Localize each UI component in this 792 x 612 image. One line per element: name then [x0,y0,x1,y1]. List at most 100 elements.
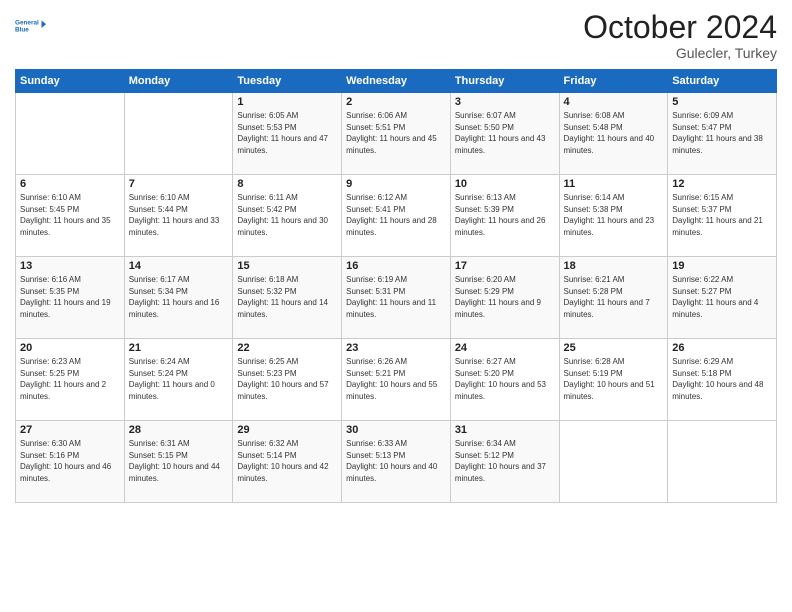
day-number: 10 [455,178,555,190]
day-number: 4 [564,96,664,108]
header: GeneralBlue General Blue October 2024 Gu… [15,10,777,61]
day-number: 17 [455,260,555,272]
day-number: 20 [20,342,120,354]
calendar-cell: 9Sunrise: 6:12 AMSunset: 5:41 PMDaylight… [342,175,451,257]
logo: GeneralBlue General Blue [15,10,47,42]
day-number: 5 [672,96,772,108]
calendar-cell: 26 Sunrise: 6:29 AMSunset: 5:18 PMDayligh… [668,339,777,421]
calendar-week-5: 27 Sunrise: 6:30 AMSunset: 5:16 PMDayligh… [16,421,777,503]
calendar-cell: 1 Sunrise: 6:05 AMSunset: 5:53 PMDaylight… [233,93,342,175]
day-info: Sunrise: 6:29 AMSunset: 5:18 PMDaylight:… [672,357,763,401]
col-saturday: Saturday [668,70,777,93]
day-info: Sunrise: 6:20 AMSunset: 5:29 PMDaylight:… [455,275,541,319]
day-info: Sunrise: 6:27 AMSunset: 5:20 PMDaylight:… [455,357,546,401]
day-number: 1 [237,96,337,108]
calendar-cell: 13 Sunrise: 6:16 AMSunset: 5:35 PMDayligh… [16,257,125,339]
day-number: 13 [20,260,120,272]
day-number: 15 [237,260,337,272]
day-number: 19 [672,260,772,272]
day-info: Sunrise: 6:10 AMSunset: 5:45 PMDaylight:… [20,193,111,237]
calendar-week-1: 1 Sunrise: 6:05 AMSunset: 5:53 PMDaylight… [16,93,777,175]
day-info: Sunrise: 6:11 AMSunset: 5:42 PMDaylight:… [237,193,328,237]
calendar-cell: 16 Sunrise: 6:19 AMSunset: 5:31 PMDayligh… [342,257,451,339]
svg-text:Blue: Blue [15,26,29,33]
calendar-cell: 12 Sunrise: 6:15 AMSunset: 5:37 PMDayligh… [668,175,777,257]
calendar-cell: 20 Sunrise: 6:23 AMSunset: 5:25 PMDayligh… [16,339,125,421]
day-number: 21 [129,342,229,354]
day-number: 11 [564,178,664,190]
calendar-cell: 29 Sunrise: 6:32 AMSunset: 5:14 PMDayligh… [233,421,342,503]
day-info: Sunrise: 6:32 AMSunset: 5:14 PMDaylight:… [237,439,328,483]
day-info: Sunrise: 6:33 AMSunset: 5:13 PMDaylight:… [346,439,437,483]
calendar-cell: 25 Sunrise: 6:28 AMSunset: 5:19 PMDayligh… [559,339,668,421]
day-number: 22 [237,342,337,354]
day-info: Sunrise: 6:18 AMSunset: 5:32 PMDaylight:… [237,275,328,319]
calendar-cell: 31Sunrise: 6:34 AMSunset: 5:12 PMDayligh… [450,421,559,503]
day-info: Sunrise: 6:08 AMSunset: 5:48 PMDaylight:… [564,111,655,155]
day-number: 31 [455,424,555,436]
col-monday: Monday [124,70,233,93]
day-info: Sunrise: 6:19 AMSunset: 5:31 PMDaylight:… [346,275,436,319]
day-number: 29 [237,424,337,436]
calendar-week-3: 13 Sunrise: 6:16 AMSunset: 5:35 PMDayligh… [16,257,777,339]
col-tuesday: Tuesday [233,70,342,93]
calendar-cell: 30 Sunrise: 6:33 AMSunset: 5:13 PMDayligh… [342,421,451,503]
day-number: 2 [346,96,446,108]
calendar-cell: 14Sunrise: 6:17 AMSunset: 5:34 PMDayligh… [124,257,233,339]
day-info: Sunrise: 6:22 AMSunset: 5:27 PMDaylight:… [672,275,758,319]
day-number: 30 [346,424,446,436]
subtitle: Gulecler, Turkey [583,45,777,61]
title-block: October 2024 Gulecler, Turkey [583,10,777,61]
day-number: 8 [237,178,337,190]
day-info: Sunrise: 6:28 AMSunset: 5:19 PMDaylight:… [564,357,655,401]
calendar-week-4: 20 Sunrise: 6:23 AMSunset: 5:25 PMDayligh… [16,339,777,421]
day-info: Sunrise: 6:09 AMSunset: 5:47 PMDaylight:… [672,111,763,155]
day-number: 7 [129,178,229,190]
calendar-cell: 27 Sunrise: 6:30 AMSunset: 5:16 PMDayligh… [16,421,125,503]
day-info: Sunrise: 6:14 AMSunset: 5:38 PMDaylight:… [564,193,655,237]
header-row: Sunday Monday Tuesday Wednesday Thursday… [16,70,777,93]
day-info: Sunrise: 6:25 AMSunset: 5:23 PMDaylight:… [237,357,328,401]
calendar-cell [668,421,777,503]
calendar-cell: 21 Sunrise: 6:24 AMSunset: 5:24 PMDayligh… [124,339,233,421]
calendar-cell: 15 Sunrise: 6:18 AMSunset: 5:32 PMDayligh… [233,257,342,339]
day-number: 12 [672,178,772,190]
col-sunday: Sunday [16,70,125,93]
day-info: Sunrise: 6:16 AMSunset: 5:35 PMDaylight:… [20,275,111,319]
day-number: 23 [346,342,446,354]
calendar-cell: 2 Sunrise: 6:06 AMSunset: 5:51 PMDaylight… [342,93,451,175]
day-info: Sunrise: 6:24 AMSunset: 5:24 PMDaylight:… [129,357,215,401]
calendar-cell: 24 Sunrise: 6:27 AMSunset: 5:20 PMDayligh… [450,339,559,421]
day-number: 28 [129,424,229,436]
calendar-cell [16,93,125,175]
day-number: 27 [20,424,120,436]
day-info: Sunrise: 6:06 AMSunset: 5:51 PMDaylight:… [346,111,437,155]
calendar-week-2: 6 Sunrise: 6:10 AMSunset: 5:45 PMDaylight… [16,175,777,257]
page: GeneralBlue General Blue October 2024 Gu… [0,0,792,612]
day-number: 24 [455,342,555,354]
logo-icon: GeneralBlue [15,10,47,42]
day-number: 25 [564,342,664,354]
svg-text:General: General [15,20,39,27]
day-info: Sunrise: 6:05 AMSunset: 5:53 PMDaylight:… [237,111,328,155]
day-number: 26 [672,342,772,354]
day-info: Sunrise: 6:31 AMSunset: 5:15 PMDaylight:… [129,439,220,483]
day-info: Sunrise: 6:26 AMSunset: 5:21 PMDaylight:… [346,357,437,401]
calendar-cell: 7 Sunrise: 6:10 AMSunset: 5:44 PMDaylight… [124,175,233,257]
day-info: Sunrise: 6:15 AMSunset: 5:37 PMDaylight:… [672,193,763,237]
calendar-cell: 11 Sunrise: 6:14 AMSunset: 5:38 PMDayligh… [559,175,668,257]
day-number: 6 [20,178,120,190]
day-info: Sunrise: 6:07 AMSunset: 5:50 PMDaylight:… [455,111,546,155]
calendar-cell: 23 Sunrise: 6:26 AMSunset: 5:21 PMDayligh… [342,339,451,421]
day-info: Sunrise: 6:10 AMSunset: 5:44 PMDaylight:… [129,193,220,237]
calendar-cell: 18Sunrise: 6:21 AMSunset: 5:28 PMDayligh… [559,257,668,339]
calendar-cell: 28 Sunrise: 6:31 AMSunset: 5:15 PMDayligh… [124,421,233,503]
calendar-cell: 5 Sunrise: 6:09 AMSunset: 5:47 PMDaylight… [668,93,777,175]
calendar-cell: 3Sunrise: 6:07 AMSunset: 5:50 PMDaylight… [450,93,559,175]
calendar-table: Sunday Monday Tuesday Wednesday Thursday… [15,69,777,503]
day-info: Sunrise: 6:13 AMSunset: 5:39 PMDaylight:… [455,193,546,237]
day-info: Sunrise: 6:12 AMSunset: 5:41 PMDaylight:… [346,193,437,237]
day-info: Sunrise: 6:23 AMSunset: 5:25 PMDaylight:… [20,357,106,401]
day-info: Sunrise: 6:30 AMSunset: 5:16 PMDaylight:… [20,439,111,483]
day-number: 16 [346,260,446,272]
